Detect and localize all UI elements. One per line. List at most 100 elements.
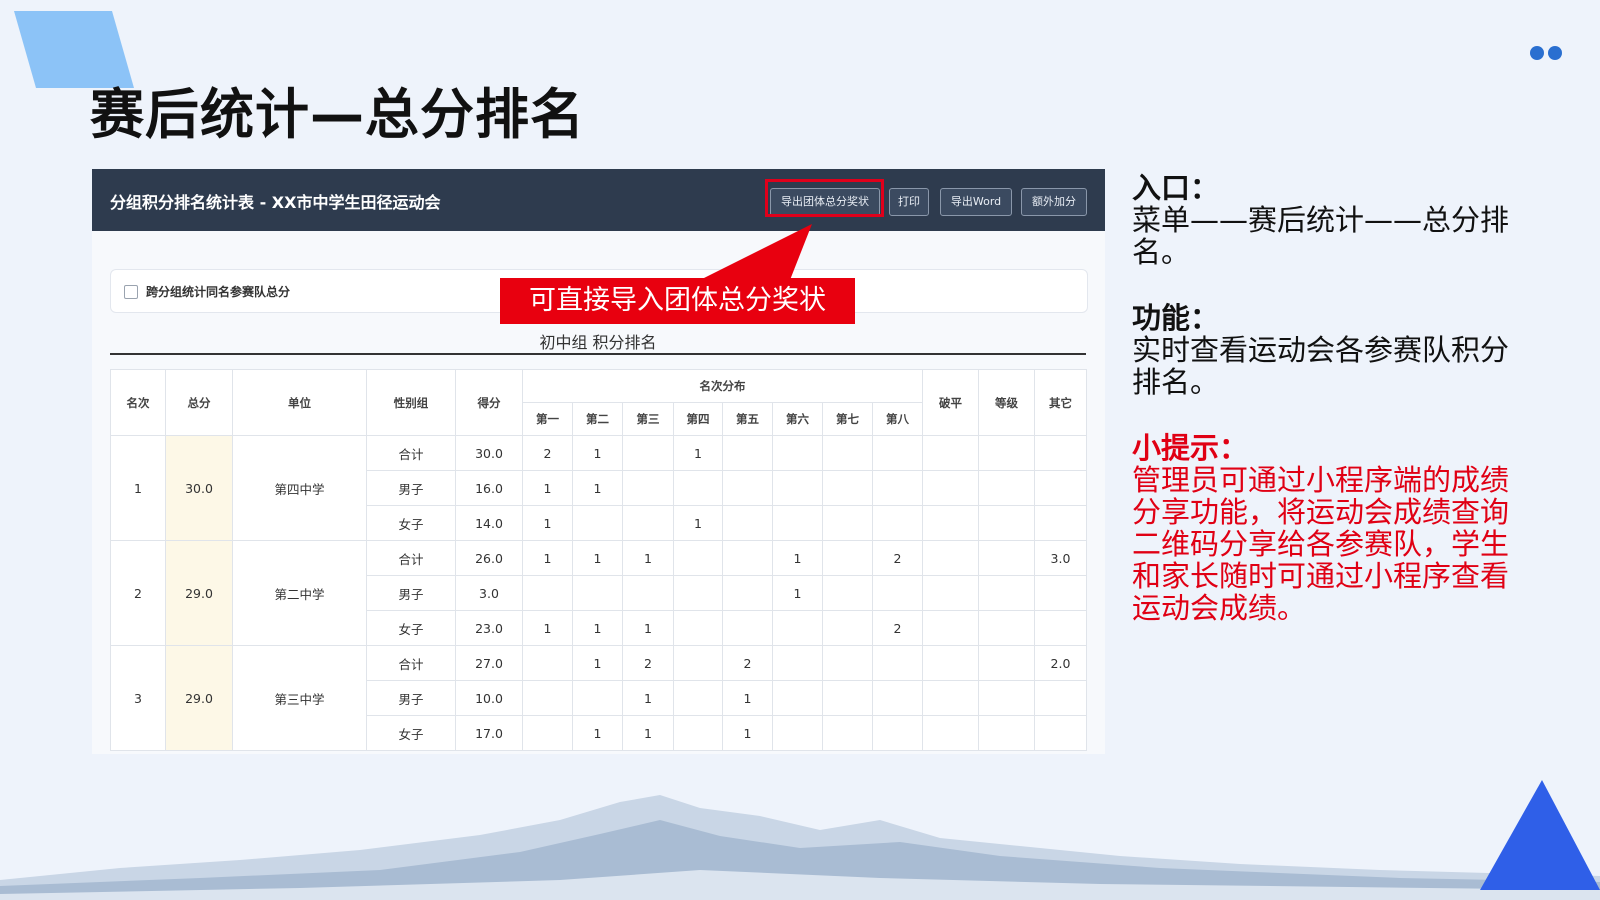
header-place: 第二: [572, 402, 623, 436]
place-count-cell: [772, 645, 823, 681]
header-total: 总分: [165, 369, 233, 436]
place-count-cell: [872, 575, 923, 611]
place-count-cell: [822, 575, 873, 611]
panel-header: 分组积分排名统计表 - XX市中学生田径运动会 导出团体总分奖状 打印 导出Wo…: [92, 169, 1105, 231]
place-count-cell: [822, 540, 873, 576]
unit-cell: 第四中学: [232, 435, 367, 541]
place-count-cell: 1: [572, 470, 623, 506]
place-count-cell: 1: [622, 610, 674, 646]
other-cell: [1034, 575, 1087, 611]
place-count-cell: [572, 680, 623, 716]
place-count-cell: 1: [772, 575, 823, 611]
header-place: 第一: [522, 402, 573, 436]
place-count-cell: [822, 645, 873, 681]
place-count-cell: 2: [872, 540, 923, 576]
place-count-cell: [772, 680, 823, 716]
ranking-table: 名次 总分 单位 性别组 得分 名次分布 破平 等级 其它 第一 第二 第三 第…: [110, 369, 1087, 751]
slide-title: 赛后统计—总分排名: [90, 83, 585, 146]
total-score-cell: 29.0: [165, 540, 233, 646]
other-cell: [1034, 610, 1087, 646]
rank-cell: 3: [110, 645, 166, 751]
place-count-cell: 1: [622, 540, 674, 576]
level-cell: [978, 715, 1035, 751]
gender-cell: 女子: [366, 610, 456, 646]
place-count-cell: [673, 680, 723, 716]
level-cell: [978, 505, 1035, 541]
place-count-cell: [872, 435, 923, 471]
header-place: 第五: [722, 402, 773, 436]
function-heading: 功能：: [1132, 301, 1220, 335]
place-count-cell: 1: [572, 540, 623, 576]
place-count-cell: [772, 435, 823, 471]
place-count-cell: [872, 505, 923, 541]
record-cell: [922, 505, 979, 541]
record-cell: [922, 645, 979, 681]
place-count-cell: [722, 610, 773, 646]
place-count-cell: 1: [622, 680, 674, 716]
panel-title: 分组积分排名统计表 - XX市中学生田径运动会: [110, 193, 441, 212]
place-count-cell: [522, 575, 573, 611]
export-word-button[interactable]: 导出Word: [940, 188, 1012, 216]
score-cell: 14.0: [455, 505, 523, 541]
gender-cell: 合计: [366, 540, 456, 576]
other-cell: [1034, 470, 1087, 506]
score-cell: 16.0: [455, 470, 523, 506]
place-count-cell: [822, 470, 873, 506]
table-row: 1 30.0 第四中学 合计 30.0 2 1 1: [110, 435, 1087, 541]
unit-cell: 第三中学: [232, 645, 367, 751]
header-place-distribution: 名次分布: [522, 369, 923, 403]
header-place: 第四: [673, 402, 723, 436]
place-count-cell: [622, 470, 674, 506]
cross-group-checkbox[interactable]: [124, 285, 138, 299]
place-count-cell: [772, 715, 823, 751]
place-count-cell: [572, 505, 623, 541]
place-count-cell: [822, 505, 873, 541]
level-cell: [978, 680, 1035, 716]
level-cell: [978, 610, 1035, 646]
header-other: 其它: [1034, 369, 1087, 436]
score-cell: 17.0: [455, 715, 523, 751]
record-cell: [922, 610, 979, 646]
side-notes: 入口： 菜单——赛后统计——总分排名。 功能： 实时查看运动会各参赛队积分排名。…: [1132, 172, 1532, 658]
place-count-cell: 1: [673, 505, 723, 541]
header-gender: 性别组: [366, 369, 456, 436]
function-text: 实时查看运动会各参赛队积分排名。: [1132, 333, 1510, 399]
other-cell: [1034, 715, 1087, 751]
ranking-panel: 分组积分排名统计表 - XX市中学生田径运动会 导出团体总分奖状 打印 导出Wo…: [92, 169, 1105, 754]
total-score-cell: 30.0: [165, 435, 233, 541]
unit-cell: 第二中学: [232, 540, 367, 646]
place-count-cell: [722, 435, 773, 471]
group-title: 初中组 积分排名: [539, 333, 657, 352]
extra-points-button[interactable]: 额外加分: [1021, 188, 1087, 216]
place-count-cell: 1: [772, 540, 823, 576]
cross-group-checkbox-label[interactable]: 跨分组统计同名参赛队总分: [146, 283, 290, 300]
place-count-cell: 1: [522, 540, 573, 576]
tip-text: 管理员可通过小程序端的成绩分享功能，将运动会成绩查询二维码分享给各参赛队，学生和…: [1132, 463, 1510, 625]
place-count-cell: [822, 715, 873, 751]
place-count-cell: 1: [572, 645, 623, 681]
gender-cell: 女子: [366, 715, 456, 751]
place-count-cell: [673, 470, 723, 506]
header-place: 第七: [822, 402, 873, 436]
place-count-cell: [622, 575, 674, 611]
rank-cell: 1: [110, 435, 166, 541]
gender-cell: 合计: [366, 645, 456, 681]
print-button[interactable]: 打印: [889, 188, 929, 216]
record-cell: [922, 575, 979, 611]
header-record: 破平: [922, 369, 979, 436]
score-cell: 3.0: [455, 575, 523, 611]
header-unit: 单位: [232, 369, 367, 436]
place-count-cell: [722, 470, 773, 506]
place-count-cell: [772, 610, 823, 646]
tip-heading: 小提示：: [1132, 431, 1249, 465]
other-cell: 3.0: [1034, 540, 1087, 576]
mountain-landscape-image: [0, 795, 1600, 900]
score-cell: 10.0: [455, 680, 523, 716]
place-count-cell: 1: [722, 680, 773, 716]
place-count-cell: 1: [522, 610, 573, 646]
header-level: 等级: [978, 369, 1035, 436]
highlight-box: [765, 179, 884, 217]
record-cell: [922, 435, 979, 471]
place-count-cell: [722, 575, 773, 611]
rank-cell: 2: [110, 540, 166, 646]
